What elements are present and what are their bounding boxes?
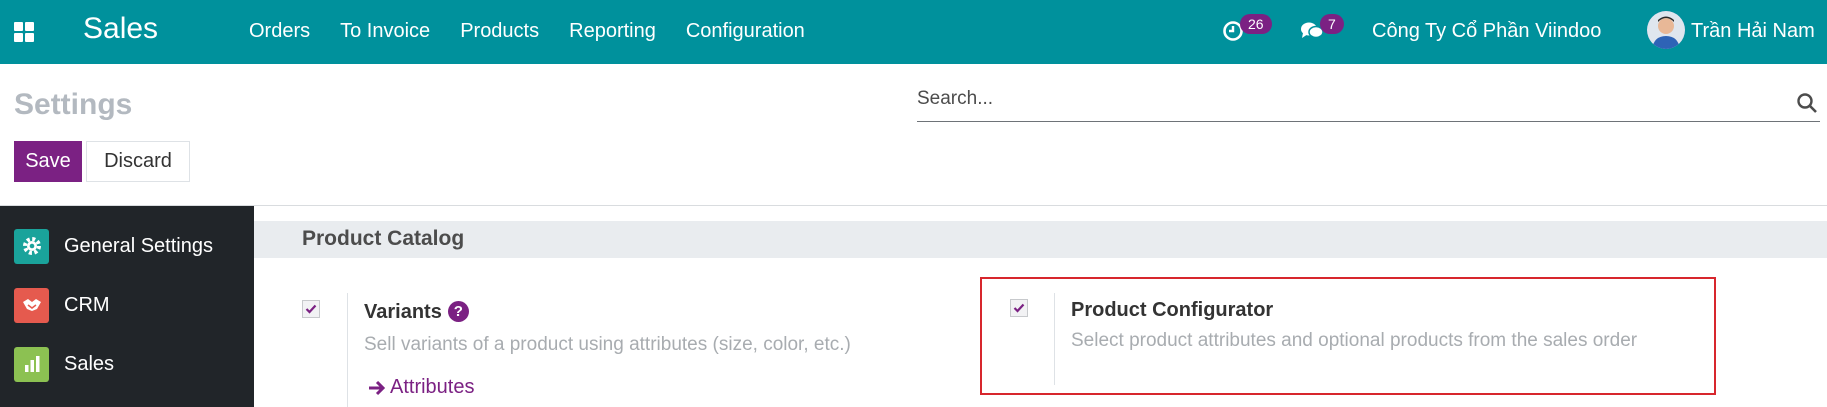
product-configurator-description: Select product attributes and optional p… [1071, 330, 1638, 351]
option-divider [1054, 293, 1055, 385]
check-icon [305, 304, 317, 314]
menu-reporting[interactable]: Reporting [569, 20, 656, 43]
user-menu[interactable]: Trần Hải Nam [1691, 20, 1815, 43]
activity-badge: 26 [1240, 14, 1272, 34]
sidebar-item-general-settings[interactable]: General Settings [14, 228, 213, 264]
arrow-right-icon [369, 380, 386, 395]
messages-badge: 7 [1320, 14, 1344, 34]
company-switcher[interactable]: Công Ty Cổ Phần Viindoo [1372, 20, 1601, 43]
product-configurator-checkbox[interactable] [1010, 299, 1028, 317]
apps-menu-icon[interactable] [14, 22, 34, 42]
sidebar-item-crm[interactable]: CRM [14, 287, 110, 323]
section-header: Product Catalog [254, 221, 1827, 258]
top-navbar: Sales Orders To Invoice Products Reporti… [0, 0, 1827, 64]
section-title: Product Catalog [302, 227, 465, 250]
sidebar-item-label: CRM [64, 293, 110, 316]
sidebar-item-sales[interactable]: Sales [14, 346, 114, 382]
settings-sidebar: General Settings CRM Sales [0, 206, 254, 407]
check-icon [1013, 303, 1025, 313]
messages-button[interactable]: 7 [1300, 0, 1350, 64]
search-input[interactable] [917, 88, 1777, 110]
variants-description: Sell variants of a product using attribu… [364, 334, 851, 355]
chart-icon [14, 346, 49, 382]
activity-button[interactable]: 26 [1222, 0, 1282, 64]
product-configurator-title: Product Configurator [1071, 299, 1274, 321]
menu-orders[interactable]: Orders [249, 20, 310, 43]
save-button[interactable]: Save [14, 141, 82, 182]
option-divider [347, 293, 348, 407]
help-icon[interactable]: ? [447, 301, 469, 322]
attributes-link[interactable]: Attributes [368, 376, 474, 399]
menu-to-invoice[interactable]: To Invoice [340, 20, 430, 43]
variants-title: Variants? [364, 301, 469, 324]
search-icon[interactable] [1796, 92, 1818, 114]
discard-button[interactable]: Discard [86, 141, 190, 182]
divider [0, 205, 1827, 206]
gear-icon [14, 228, 49, 264]
main-menu: Orders To Invoice Products Reporting Con… [249, 20, 835, 43]
variants-checkbox[interactable] [302, 300, 320, 318]
app-name[interactable]: Sales [83, 12, 158, 46]
sidebar-item-label: Sales [64, 352, 115, 375]
sidebar-item-label: General Settings [64, 234, 213, 257]
user-avatar[interactable] [1647, 11, 1685, 49]
search-bar [917, 88, 1820, 122]
variants-label: Variants [364, 301, 442, 323]
menu-products[interactable]: Products [460, 20, 539, 43]
attributes-link-label: Attributes [390, 376, 475, 398]
handshake-icon [14, 287, 49, 323]
page-title: Settings [14, 88, 133, 121]
menu-configuration[interactable]: Configuration [686, 20, 805, 43]
